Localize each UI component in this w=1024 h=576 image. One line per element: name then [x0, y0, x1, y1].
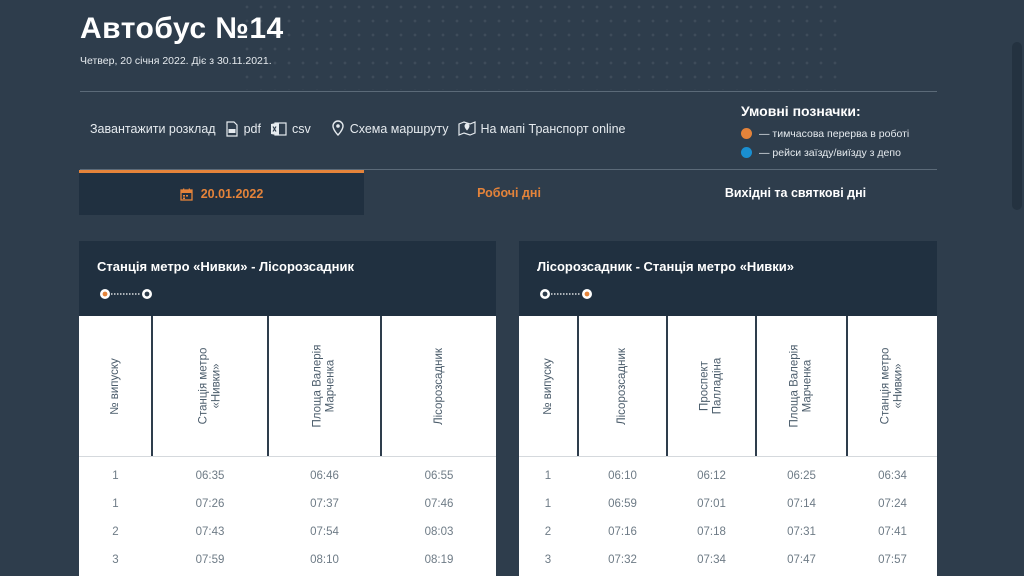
tab-workdays[interactable]: Робочі дні — [364, 170, 654, 215]
table-cell: 06:12 — [697, 470, 726, 482]
table-cell: 07:41 — [878, 526, 907, 538]
table-cell: 1 — [112, 498, 119, 510]
table-cell: 07:59 — [195, 554, 225, 566]
table-cell: 06:10 — [608, 470, 637, 482]
table-row: 1 07:26 07:37 07:46 — [79, 490, 496, 518]
legend-item-label: — рейси заїзду/виїзду з депо — [759, 146, 901, 159]
table-cell: 07:43 — [195, 526, 225, 538]
column-header: Площа Валерія Марченка — [788, 344, 814, 428]
table-cell: 06:55 — [424, 470, 454, 482]
header-divider — [79, 456, 496, 457]
table-cell: 07:14 — [787, 498, 816, 510]
table-cell: 08:19 — [424, 554, 454, 566]
toolbar: Завантажити розклад pdf csv Схема маршру… — [90, 120, 625, 137]
table-row: 2 07:16 07:18 07:31 07:41 — [519, 518, 937, 546]
column-header: Площа Валерія Марченка — [311, 344, 337, 428]
table-cell: 06:25 — [787, 470, 816, 482]
table-cell: 07:46 — [424, 498, 454, 510]
legend-title: Умовні позначки: — [741, 103, 861, 119]
direction-title: Станція метро «Нивки» - Лісорозсадник — [97, 259, 355, 274]
column-header: № випуску — [541, 357, 554, 415]
column-header: Станція метро «Нивки» — [879, 347, 905, 425]
pdf-icon[interactable] — [225, 120, 239, 137]
table-cell: 07:57 — [878, 554, 907, 566]
schedule-table: № випуску Лісорозсадник Проспект Палладі… — [519, 316, 937, 576]
table-cell: 3 — [544, 554, 552, 566]
page-title: Автобус №14 — [80, 12, 284, 45]
tab-date-label: 20.01.2022 — [200, 187, 264, 201]
table-cell: 07:54 — [310, 526, 339, 538]
table-row: 3 07:32 07:34 07:47 07:57 — [519, 546, 937, 574]
table-cell: 1 — [112, 470, 119, 482]
table-row: 3 07:59 08:10 08:19 — [79, 546, 496, 574]
column-header: Лісорозсадник — [615, 347, 628, 425]
table-cell: 07:47 — [787, 554, 816, 566]
direction-title: Лісорозсадник - Станція метро «Нивки» — [537, 259, 795, 274]
column-header: № випуску — [108, 357, 121, 415]
tab-date[interactable]: 20.01.2022 — [79, 170, 364, 215]
table-row: 2 07:43 07:54 08:03 — [79, 518, 496, 546]
column-header: Лісорозсадник — [432, 347, 445, 425]
legend-item-depot: — рейси заїзду/виїзду з депо — [741, 143, 909, 162]
table-cell: 08:10 — [310, 554, 339, 566]
table-cell: 07:37 — [310, 498, 339, 510]
legend-item-break: — тимчасова перерва в роботі — [741, 124, 909, 143]
top-divider — [80, 91, 937, 92]
download-label: Завантажити розклад — [90, 121, 216, 136]
blue-dot-icon — [741, 147, 752, 158]
direction-header: Лісорозсадник - Станція метро «Нивки» — [519, 241, 937, 316]
excel-icon[interactable] — [270, 121, 287, 137]
table-row: 1 06:35 06:46 06:55 — [79, 462, 496, 490]
online-map-link[interactable]: На мапі Транспорт online — [481, 122, 626, 136]
table-cell: 06:34 — [878, 470, 907, 482]
map-icon[interactable] — [457, 120, 476, 137]
calendar-icon — [180, 188, 193, 201]
direction-panel-2: Лісорозсадник - Станція метро «Нивки» № … — [519, 241, 937, 576]
table-cell: 1 — [544, 498, 552, 510]
header-dot-pattern — [240, 0, 840, 90]
table-cell: 2 — [544, 526, 552, 538]
table-cell: 1 — [544, 470, 552, 482]
table-cell: 07:32 — [608, 554, 637, 566]
route-line-icon — [100, 289, 152, 299]
table-cell: 3 — [112, 554, 119, 566]
legend-item-label: — тимчасова перерва в роботі — [759, 127, 910, 140]
pdf-link[interactable]: pdf — [244, 122, 261, 136]
schedule-tabs: 20.01.2022 Робочі дні Вихідні та святков… — [79, 170, 937, 215]
table-cell: 07:16 — [608, 526, 637, 538]
legend: Умовні позначки: — тимчасова перерва в р… — [741, 103, 909, 162]
table-cell: 07:01 — [697, 498, 726, 510]
table-header: № випуску Станція метро «Нивки» Площа Ва… — [79, 316, 496, 456]
table-cell: 08:03 — [424, 526, 454, 538]
table-cell: 07:18 — [697, 526, 726, 538]
direction-panel-1: Станція метро «Нивки» - Лісорозсадник № … — [79, 241, 496, 576]
direction-header: Станція метро «Нивки» - Лісорозсадник — [79, 241, 496, 316]
route-scheme-link[interactable]: Схема маршруту — [350, 122, 449, 136]
table-cell: 06:35 — [195, 470, 225, 482]
orange-dot-icon — [741, 128, 752, 139]
route-line-icon — [540, 289, 592, 299]
column-header: Проспект Палладіна — [698, 357, 724, 415]
table-header: № випуску Лісорозсадник Проспект Палладі… — [519, 316, 937, 456]
table-row: 1 06:10 06:12 06:25 06:34 — [519, 462, 937, 490]
table-cell: 2 — [112, 526, 119, 538]
header-divider — [519, 456, 937, 457]
schedule-table: № випуску Станція метро «Нивки» Площа Ва… — [79, 316, 496, 576]
page-subtitle: Четвер, 20 січня 2022. Діє з 30.11.2021. — [80, 55, 272, 67]
tab-weekends[interactable]: Вихідні та святкові дні — [654, 170, 937, 215]
table-cell: 07:26 — [195, 498, 225, 510]
page-scrollbar[interactable] — [1012, 42, 1022, 210]
table-row: 1 06:59 07:01 07:14 07:24 — [519, 490, 937, 518]
table-cell: 07:31 — [787, 526, 816, 538]
column-header: Станція метро «Нивки» — [196, 347, 222, 425]
csv-link[interactable]: csv — [292, 122, 311, 136]
table-cell: 07:34 — [697, 554, 726, 566]
table-cell: 06:59 — [608, 498, 637, 510]
map-pin-icon[interactable] — [331, 120, 345, 137]
table-cell: 06:46 — [310, 470, 339, 482]
table-cell: 07:24 — [878, 498, 907, 510]
